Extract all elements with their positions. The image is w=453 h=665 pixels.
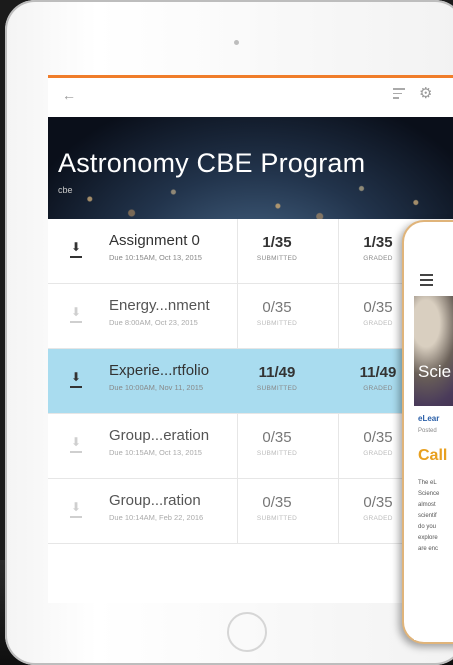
assignment-title: Group...eration <box>109 427 210 444</box>
body-line: are enc <box>418 546 439 552</box>
submitted-count: 0/35 <box>262 429 292 446</box>
tablet-device: ← ⚙ Astronomy CBE Program cbe ⬇ Assignme… <box>5 0 453 665</box>
body-line: almost <box>418 502 436 508</box>
assignment-title: Group...ration <box>109 492 201 509</box>
phone-body-text: The eL Science almost scientif do you ex… <box>418 478 439 555</box>
submitted-stat: 0/35 SUBMITTED <box>237 299 317 327</box>
assignment-row[interactable]: ⬇ Energy...nment Due 8:00AM, Oct 23, 201… <box>48 284 453 349</box>
phone-device: Scie eLear Posted Call The eL Science al… <box>402 220 453 644</box>
phone-screen: Scie eLear Posted Call The eL Science al… <box>414 262 453 640</box>
assignment-row[interactable]: ⬇ Group...eration Due 10:15AM, Oct 13, 2… <box>48 414 453 479</box>
assignment-due: Due 10:15AM, Oct 13, 2015 <box>109 448 202 457</box>
assignment-row-selected[interactable]: ⬇ Experie...rtfolio Due 10:00AM, Nov 11,… <box>48 349 453 414</box>
submitted-label: SUBMITTED <box>256 515 298 522</box>
camera-icon <box>234 40 239 45</box>
download-icon[interactable]: ⬇ <box>69 501 83 519</box>
gear-icon[interactable]: ⚙ <box>419 84 432 102</box>
assignment-row[interactable]: ⬇ Assignment 0 Due 10:15AM, Oct 13, 2015… <box>48 219 453 284</box>
submitted-count: 0/35 <box>262 494 292 511</box>
top-toolbar: ← ⚙ <box>48 75 453 117</box>
phone-posted-meta: Posted <box>418 428 437 434</box>
download-icon[interactable]: ⬇ <box>69 371 83 389</box>
download-icon[interactable]: ⬇ <box>69 241 83 259</box>
assignment-row[interactable]: ⬇ Group...ration Due 10:14AM, Feb 22, 20… <box>48 479 453 544</box>
body-line: explore <box>418 535 438 541</box>
assignment-due: Due 10:15AM, Oct 13, 2015 <box>109 253 202 262</box>
home-button[interactable] <box>227 612 267 652</box>
submitted-stat: 1/35 SUBMITTED <box>237 234 317 262</box>
submitted-label: SUBMITTED <box>256 450 298 457</box>
tablet-screen: ← ⚙ Astronomy CBE Program cbe ⬇ Assignme… <box>48 75 453 603</box>
phone-banner: Scie <box>414 296 453 406</box>
assignment-due: Due 10:14AM, Feb 22, 2016 <box>109 513 204 522</box>
submitted-label: SUBMITTED <box>256 320 298 327</box>
phone-headline: Call <box>418 447 448 464</box>
assignment-title: Assignment 0 <box>109 232 200 249</box>
submitted-count: 0/35 <box>262 299 292 316</box>
assignment-due: Due 8:00AM, Oct 23, 2015 <box>109 318 198 327</box>
submitted-label: SUBMITTED <box>256 255 298 262</box>
submitted-count: 11/49 <box>258 364 296 381</box>
sort-icon[interactable] <box>393 88 405 102</box>
body-line: do you <box>418 524 437 530</box>
assignment-list: ⬇ Assignment 0 Due 10:15AM, Oct 13, 2015… <box>48 219 453 544</box>
download-icon[interactable]: ⬇ <box>69 306 83 324</box>
course-title: Astronomy CBE Program <box>58 148 366 178</box>
body-line: The eL <box>418 480 437 486</box>
body-line: Science <box>418 491 440 497</box>
phone-announcement-link[interactable]: eLear <box>418 414 439 423</box>
submitted-stat: 0/35 SUBMITTED <box>237 429 317 457</box>
course-banner: Astronomy CBE Program cbe <box>48 117 453 219</box>
arrow-left-icon[interactable]: ← <box>62 87 76 103</box>
assignment-title: Experie...rtfolio <box>109 362 210 379</box>
hamburger-menu-icon[interactable] <box>420 274 433 289</box>
assignment-title: Energy...nment <box>109 297 210 314</box>
body-line: scientif <box>418 513 437 519</box>
submitted-count: 1/35 <box>262 234 292 251</box>
download-icon[interactable]: ⬇ <box>69 436 83 454</box>
assignment-due: Due 10:00AM, Nov 11, 2015 <box>109 383 204 392</box>
submitted-label: SUBMITTED <box>256 385 298 392</box>
course-code: cbe <box>58 185 73 195</box>
phone-toolbar <box>414 262 453 296</box>
submitted-stat: 11/49 SUBMITTED <box>237 364 317 392</box>
phone-banner-text: Scie <box>418 362 452 381</box>
submitted-stat: 0/35 SUBMITTED <box>237 494 317 522</box>
